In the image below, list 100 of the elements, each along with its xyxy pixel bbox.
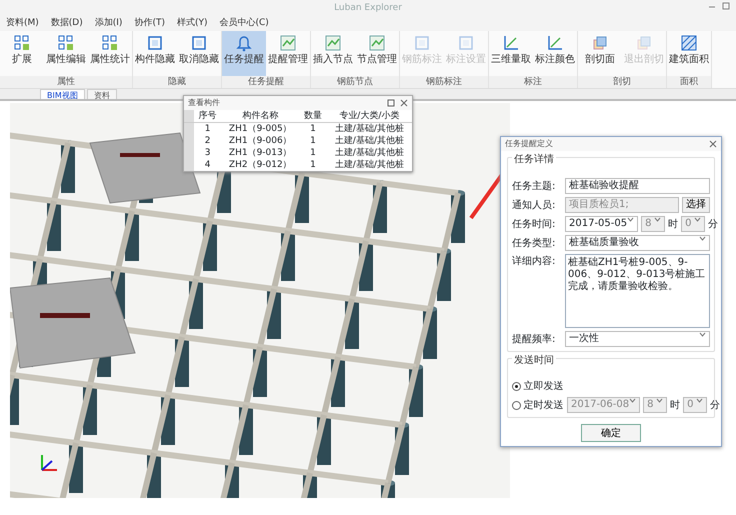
cube-icon bbox=[635, 34, 653, 52]
window-title: 查看构件 bbox=[188, 97, 220, 109]
ribbon-button[interactable]: 取消隐藏 bbox=[177, 31, 221, 76]
unit-label: 时 bbox=[670, 398, 680, 412]
caret-icon[interactable] bbox=[629, 398, 636, 403]
table-cell: 1 bbox=[299, 122, 327, 135]
close-icon[interactable] bbox=[709, 140, 717, 148]
close-icon[interactable] bbox=[400, 99, 408, 107]
date-picker[interactable]: 2017-05-05 bbox=[565, 216, 638, 232]
field-label: 详细内容: bbox=[512, 254, 556, 269]
group-label: 剖切 bbox=[578, 76, 666, 88]
node-icon bbox=[324, 34, 342, 52]
hatch-icon bbox=[680, 34, 698, 52]
table-cell-text: ZH1（9-013） bbox=[228, 147, 293, 159]
frequency-dropdown[interactable]: 一次性 bbox=[565, 331, 710, 347]
table-cell-text: 1 bbox=[309, 135, 317, 147]
group-label: 钢筋标注 bbox=[400, 76, 488, 88]
table-cell-text: ZH1（9-006） bbox=[228, 135, 293, 147]
window-icon bbox=[146, 34, 164, 52]
field-label: 通知人员: bbox=[512, 198, 556, 212]
caret-icon[interactable] bbox=[699, 332, 706, 337]
node-icon bbox=[279, 34, 297, 52]
group-label: 任务提醒 bbox=[222, 76, 310, 88]
menu-item[interactable]: 协作(T) bbox=[134, 16, 165, 30]
caret-icon[interactable] bbox=[656, 398, 664, 403]
cube-icon bbox=[591, 34, 609, 52]
group-label: 标注 bbox=[489, 76, 577, 88]
table-cell-text: ZH2（9-012） bbox=[228, 159, 293, 171]
table-cell-text: 1 bbox=[309, 147, 317, 159]
grid-icon bbox=[13, 34, 31, 52]
window-title: Luban Explorer bbox=[334, 3, 402, 13]
ribbon-button[interactable]: 任务提醒 bbox=[222, 31, 266, 76]
table-cell-text: 土建/基础/其他桩 bbox=[334, 147, 405, 159]
field-label: 任务时间: bbox=[512, 218, 556, 232]
ribbon-button[interactable]: 构件隐藏 bbox=[133, 31, 177, 76]
field-label: 提醒频率: bbox=[512, 332, 556, 346]
unit-label: 时 bbox=[668, 218, 678, 232]
table-cell: 4 bbox=[194, 159, 222, 171]
axis-icon bbox=[502, 34, 520, 52]
column-header: 专业/大类/小类 bbox=[326, 110, 412, 122]
ribbon-button[interactable]: 插入节点 bbox=[311, 31, 355, 76]
content-textarea[interactable]: 桩基础ZH1号桩9-005、9-006、9-012、9-013号桩施工完成，请质量验收检验。 bbox=[565, 254, 710, 328]
ribbon-button[interactable]: 节点管理 bbox=[355, 31, 399, 76]
radio-option[interactable]: 立即发送 bbox=[512, 379, 564, 394]
caret-icon[interactable] bbox=[696, 398, 704, 403]
column-header: 数量 bbox=[299, 110, 327, 122]
ribbon-button[interactable]: 建筑面积 bbox=[667, 31, 711, 76]
group-label: 属性 bbox=[0, 76, 132, 88]
group-label: 隐藏 bbox=[133, 76, 221, 88]
maximize-icon[interactable] bbox=[722, 2, 730, 10]
ribbon-button[interactable]: 扩展 bbox=[0, 31, 44, 76]
menu-item[interactable]: 数据(D) bbox=[50, 16, 83, 30]
table-cell: 3 bbox=[194, 147, 222, 159]
menu-item[interactable]: 样式(Y) bbox=[176, 16, 208, 30]
table-cell-text: 土建/基础/其他桩 bbox=[334, 135, 405, 147]
ribbon-button[interactable]: 剖切面 bbox=[578, 31, 622, 76]
table-cell: ZH1（9-005） bbox=[221, 122, 300, 135]
window-icon bbox=[190, 34, 208, 52]
select-button[interactable]: 选择 bbox=[682, 197, 710, 213]
grid-icon bbox=[57, 34, 75, 52]
table-cell-text: 1 bbox=[309, 159, 317, 171]
ribbon-button[interactable]: 提醒管理 bbox=[266, 31, 310, 76]
text-field[interactable]: 桩基础验收提醒 bbox=[565, 178, 710, 194]
ribbon-button[interactable]: 属性统计 bbox=[88, 31, 132, 76]
unit-label: 分 bbox=[710, 398, 720, 412]
table-cell: 2 bbox=[194, 135, 222, 147]
table-cell-text: 土建/基础/其他桩 bbox=[334, 159, 405, 171]
radio-option[interactable]: 定时发送 bbox=[512, 398, 564, 412]
menu-item[interactable]: 会员中心(C) bbox=[220, 16, 269, 30]
ok-button[interactable]: 确定 bbox=[581, 424, 641, 442]
group-label: 钢筋节点 bbox=[311, 76, 399, 88]
column-header: 序号 bbox=[194, 110, 222, 122]
window-icon bbox=[457, 34, 475, 52]
maximize-icon[interactable] bbox=[387, 99, 395, 107]
table-cell: 1 bbox=[194, 122, 222, 135]
window-icon bbox=[413, 34, 431, 52]
column-header: 构件名称 bbox=[221, 110, 300, 122]
unit-label: 分 bbox=[708, 218, 718, 232]
tab[interactable]: 资料 bbox=[86, 89, 117, 99]
ribbon-button[interactable]: 标注颜色 bbox=[533, 31, 577, 76]
menu-item[interactable]: 添加(I) bbox=[94, 16, 122, 30]
axis-icon bbox=[546, 34, 564, 52]
axis-gizmo-icon bbox=[38, 452, 60, 474]
caret-icon[interactable] bbox=[627, 217, 634, 222]
field-label: 任务类型: bbox=[512, 236, 556, 250]
ribbon-button[interactable]: 属性编辑 bbox=[44, 31, 88, 76]
dialog-title: 任务提醒定义 bbox=[505, 138, 553, 150]
group-label: 面积 bbox=[667, 76, 711, 88]
type-dropdown[interactable]: 桩基础质量验收 bbox=[565, 235, 710, 251]
node-icon bbox=[368, 34, 386, 52]
grid-icon bbox=[101, 34, 119, 52]
caret-icon[interactable] bbox=[699, 236, 706, 241]
ribbon-button[interactable]: 三维量取 bbox=[489, 31, 533, 76]
bell-icon bbox=[235, 34, 253, 52]
table-cell: 土建/基础/其他桩 bbox=[326, 122, 412, 135]
caret-icon[interactable] bbox=[694, 217, 702, 222]
menu-item[interactable]: 资料(M) bbox=[6, 16, 39, 30]
field-label: 任务主题: bbox=[512, 180, 556, 194]
caret-icon[interactable] bbox=[654, 217, 662, 222]
tab[interactable]: BIM视图 bbox=[40, 89, 85, 99]
